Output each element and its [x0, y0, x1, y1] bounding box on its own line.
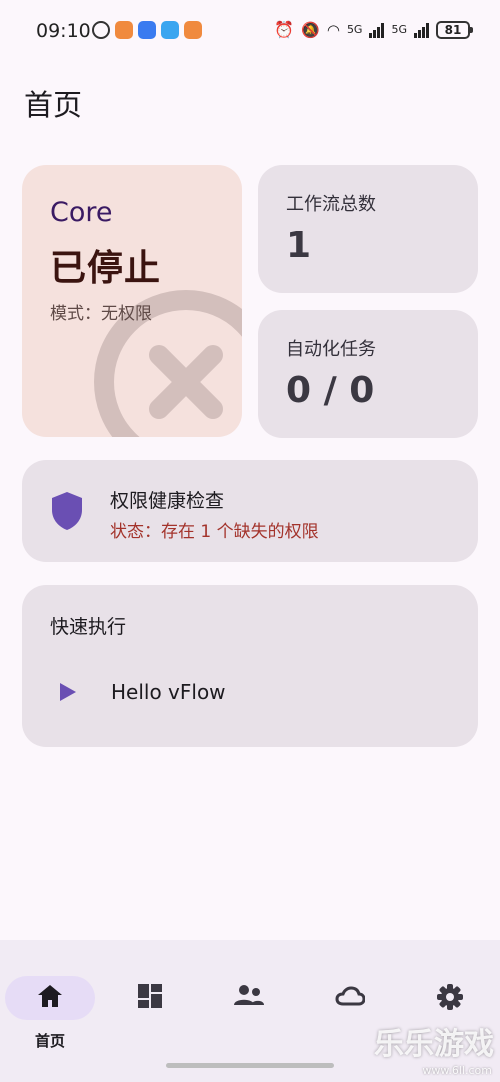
- nav-item-settings[interactable]: [405, 958, 495, 1028]
- play-icon[interactable]: [60, 683, 76, 701]
- notification-icons: [92, 21, 202, 39]
- watermark-url: www.6ll.com: [422, 1064, 492, 1077]
- alarm-icon: ⏰: [274, 20, 295, 39]
- automation-tasks-value: 0 / 0: [286, 370, 375, 411]
- weather-icon: [161, 21, 179, 39]
- gear-icon: [437, 984, 463, 1010]
- workflow-count-label: 工作流总数: [286, 194, 376, 215]
- home-indicator[interactable]: [166, 1063, 334, 1068]
- core-label: Core: [50, 197, 113, 228]
- battery-indicator: 81: [436, 20, 473, 39]
- people-icon: [234, 985, 264, 1005]
- page-title: 首页: [24, 88, 83, 122]
- signal-icon: [369, 22, 385, 38]
- core-status: 已停止: [50, 248, 162, 289]
- mute-icon: 🔕: [301, 20, 320, 39]
- quick-run-item-label: Hello vFlow: [111, 680, 226, 704]
- permission-health-card[interactable]: 权限健康检查 状态：存在 1 个缺失的权限: [22, 460, 478, 562]
- nav-label-home: 首页: [34, 1032, 65, 1050]
- dashboard-icon: [138, 984, 162, 1008]
- signal-icon: [414, 22, 429, 38]
- network-type: 5G: [346, 23, 363, 36]
- automation-tasks-label: 自动化任务: [286, 339, 376, 360]
- system-indicators: ⏰ 🔕 ◠ 5G 5G 81: [274, 20, 473, 39]
- automation-tasks-card[interactable]: 自动化任务 0 / 0: [258, 310, 478, 438]
- nav-item-cloud[interactable]: [305, 958, 395, 1028]
- core-mode: 模式：无权限: [50, 304, 152, 324]
- health-title: 权限健康检查: [110, 490, 225, 512]
- watermark: 乐乐游戏: [374, 1027, 494, 1062]
- status-time: 09:10: [36, 20, 91, 42]
- app-notification-icon: [115, 21, 133, 39]
- app-notification-icon: [138, 21, 156, 39]
- home-icon: [38, 985, 62, 1007]
- nav-item-workflows[interactable]: [105, 958, 195, 1028]
- quick-run-title: 快速执行: [50, 616, 127, 638]
- quick-run-card: 快速执行 Hello vFlow: [22, 585, 478, 747]
- workflow-count-card[interactable]: 工作流总数 1: [258, 165, 478, 293]
- nav-item-modules[interactable]: [205, 958, 295, 1028]
- workflow-count-value: 1: [286, 225, 312, 266]
- app-notification-icon: [184, 21, 202, 39]
- network-type: 5G: [391, 23, 407, 36]
- cloud-icon: [335, 986, 365, 1006]
- health-status: 状态：存在 1 个缺失的权限: [110, 522, 319, 542]
- nav-item-home[interactable]: 首页: [0, 958, 95, 1050]
- status-bar: 09:10 ⏰ 🔕 ◠ 5G 5G 81: [0, 0, 500, 60]
- shield-icon: [52, 492, 82, 530]
- wifi-icon: ◠: [326, 20, 340, 39]
- core-status-card[interactable]: Core 已停止 模式：无权限: [22, 165, 242, 437]
- data-saver-icon: [92, 21, 110, 39]
